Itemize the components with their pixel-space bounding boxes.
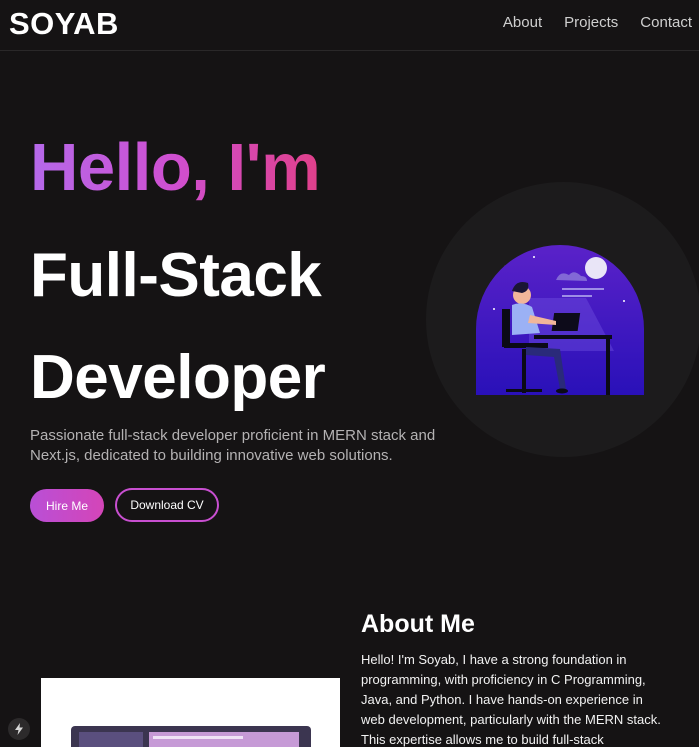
developer-at-desk-illustration — [476, 245, 644, 395]
about-title: About Me — [361, 610, 475, 638]
top-navbar: SOYAB About Projects Contact — [0, 0, 699, 51]
about-image — [41, 678, 340, 747]
nav-link-contact[interactable]: Contact — [640, 14, 692, 31]
hero-role: Full-Stack Developer — [30, 225, 326, 429]
lightning-icon — [15, 723, 23, 735]
hero-role-line-2: Developer — [30, 343, 326, 412]
hero-tagline: Passionate full-stack developer proficie… — [30, 427, 436, 464]
laptop-screen-image — [71, 726, 311, 747]
nav-link-about[interactable]: About — [503, 14, 542, 31]
download-cv-button[interactable]: Download CV — [115, 488, 219, 522]
nav-links: About Projects Contact — [503, 14, 692, 31]
nav-link-projects[interactable]: Projects — [564, 14, 618, 31]
brand-logo[interactable]: SOYAB — [9, 6, 119, 42]
hire-me-button[interactable]: Hire Me — [30, 489, 104, 522]
hero-greeting: Hello, I'm — [30, 128, 321, 208]
dev-tools-badge[interactable] — [8, 718, 30, 740]
hero-role-line-1: Full-Stack — [30, 241, 322, 310]
about-text: Hello! I'm Soyab, I have a strong founda… — [361, 652, 661, 747]
